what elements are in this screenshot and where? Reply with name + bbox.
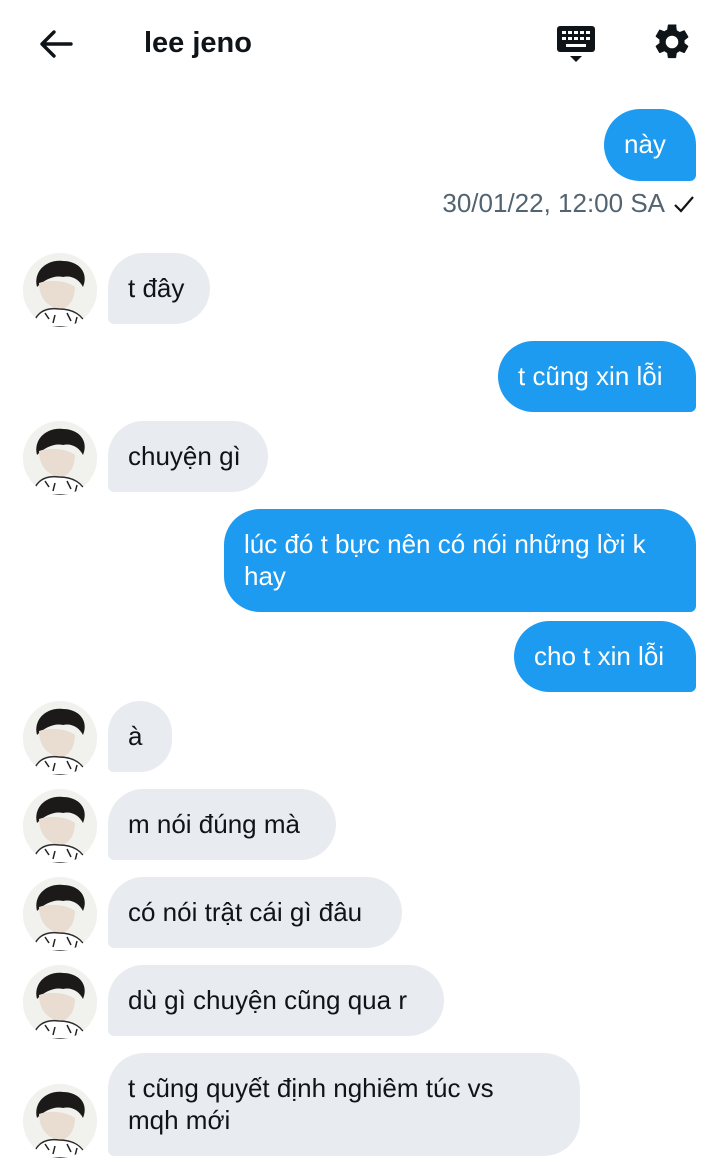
settings-button[interactable] — [648, 18, 696, 66]
back-button[interactable] — [34, 22, 78, 66]
message-outgoing[interactable]: này — [604, 109, 696, 181]
keyboard-button[interactable] — [552, 20, 600, 68]
message-outgoing[interactable]: t cũng xin lỗi — [498, 341, 696, 412]
message-outgoing[interactable]: lúc đó t bực nên có nói những lời k hay — [224, 509, 696, 612]
message-incoming[interactable]: t đây — [108, 253, 210, 324]
keyboard-icon — [557, 26, 595, 62]
avatar[interactable] — [23, 253, 97, 327]
message-incoming[interactable]: dù gì chuyện cũng qua r — [108, 965, 444, 1036]
message-incoming[interactable]: à — [108, 701, 172, 772]
message-incoming[interactable]: chuyện gì — [108, 421, 268, 492]
message-incoming[interactable]: m nói đúng mà — [108, 789, 336, 860]
gear-icon — [655, 24, 689, 59]
chat-header: lee jeno — [0, 0, 720, 88]
avatar[interactable] — [23, 421, 97, 495]
message-incoming[interactable]: có nói trật cái gì đâu — [108, 877, 402, 948]
avatar[interactable] — [23, 965, 97, 1039]
avatar[interactable] — [23, 877, 97, 951]
conversation-title[interactable]: lee jeno — [144, 24, 252, 62]
timestamp-text: 30/01/22, 12:00 SA — [442, 188, 665, 218]
message-timestamp: 30/01/22, 12:00 SA — [442, 188, 695, 219]
checkmark-icon — [674, 195, 694, 213]
arrow-left-icon — [40, 30, 73, 58]
message-outgoing[interactable]: cho t xin lỗi — [514, 621, 696, 692]
avatar[interactable] — [23, 701, 97, 775]
message-incoming[interactable]: t cũng quyết định nghiêm túc vs mqh mới — [108, 1053, 580, 1156]
avatar[interactable] — [23, 1084, 97, 1158]
avatar[interactable] — [23, 789, 97, 863]
